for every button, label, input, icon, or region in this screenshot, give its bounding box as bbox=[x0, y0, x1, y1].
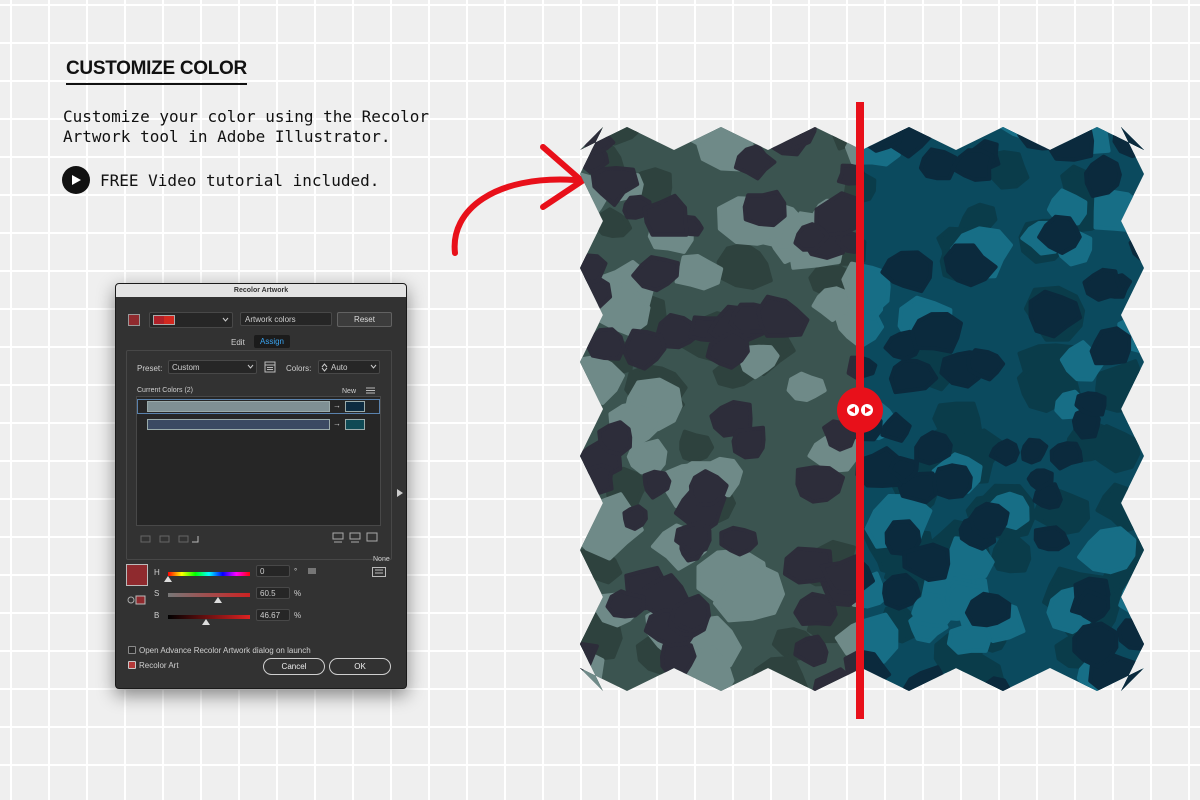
play-icon[interactable] bbox=[62, 166, 90, 194]
reset-button[interactable]: Reset bbox=[337, 312, 392, 327]
menu-icon[interactable] bbox=[366, 387, 375, 394]
ok-button[interactable]: OK bbox=[329, 658, 391, 675]
advance-dialog-label: Open Advance Recolor Artwork dialog on l… bbox=[139, 646, 311, 655]
slider-thumb-h[interactable] bbox=[164, 576, 172, 582]
chevron-down-icon bbox=[370, 364, 377, 369]
preset-options-icon[interactable] bbox=[264, 361, 276, 373]
slider-label-s: S bbox=[154, 589, 160, 598]
current-color-bar[interactable] bbox=[147, 419, 330, 430]
tab-edit[interactable]: Edit bbox=[231, 338, 245, 347]
stepper-icon[interactable] bbox=[321, 363, 328, 372]
chevron-down-icon bbox=[222, 317, 229, 322]
drag-arrows-icon bbox=[847, 404, 873, 416]
new-colors-label: New bbox=[342, 388, 357, 395]
color-mode-icon[interactable] bbox=[372, 567, 386, 577]
merge-colors-icon[interactable] bbox=[140, 534, 200, 544]
slider-thumb-b[interactable] bbox=[202, 619, 211, 625]
comparison-handle[interactable] bbox=[837, 387, 883, 433]
preset-label: Preset: bbox=[137, 364, 163, 373]
b-value-field[interactable]: 46.67 bbox=[256, 609, 290, 621]
slider-label-b: B bbox=[154, 611, 160, 620]
arrow-icon: → bbox=[333, 401, 341, 410]
s-value-field[interactable]: 60.5 bbox=[256, 587, 290, 599]
artwork-colors-field[interactable]: Artwork colors bbox=[240, 312, 332, 326]
h-unit: ° bbox=[294, 567, 298, 576]
preset-dropdown[interactable]: Custom bbox=[168, 360, 257, 374]
advance-dialog-checkbox[interactable] bbox=[128, 646, 136, 654]
video-tutorial-text: FREE Video tutorial included. bbox=[100, 170, 380, 190]
selected-color-swatch[interactable] bbox=[128, 314, 140, 326]
slider-label-h: H bbox=[154, 568, 160, 577]
menu-icon[interactable] bbox=[308, 568, 316, 574]
active-color-swatch[interactable] bbox=[126, 564, 148, 586]
none-label: None bbox=[373, 556, 390, 563]
saturation-slider-track[interactable] bbox=[168, 593, 250, 597]
recolor-artwork-dialog: Recolor Artwork Artwork colors Reset Edi… bbox=[115, 283, 407, 689]
preset-value: Custom bbox=[172, 363, 200, 372]
new-color-swatch[interactable] bbox=[345, 419, 365, 430]
recolor-art-label: Recolor Art bbox=[139, 661, 179, 670]
tab-assign[interactable]: Assign bbox=[254, 335, 290, 348]
color-group-dropdown[interactable] bbox=[149, 312, 233, 328]
color-list: → → bbox=[136, 396, 381, 526]
s-unit: % bbox=[294, 589, 302, 598]
color-guide-icon[interactable] bbox=[127, 595, 147, 605]
page-heading: CUSTOMIZE COLOR bbox=[66, 58, 247, 85]
description-text: Customize your color using the Recolor A… bbox=[63, 107, 430, 146]
b-unit: % bbox=[294, 611, 302, 620]
slider-thumb-s[interactable] bbox=[213, 597, 222, 603]
curved-arrow-icon bbox=[451, 144, 587, 256]
colors-label: Colors: bbox=[286, 364, 312, 373]
chevron-down-icon bbox=[247, 364, 254, 369]
colors-stepper[interactable]: Auto bbox=[318, 360, 380, 374]
hue-slider-track[interactable] bbox=[168, 572, 250, 576]
video-tutorial-row[interactable]: FREE Video tutorial included. bbox=[62, 166, 379, 194]
colors-value: Auto bbox=[331, 363, 348, 372]
h-value-field[interactable]: 0 bbox=[256, 565, 290, 577]
new-color-swatch[interactable] bbox=[345, 401, 365, 412]
cancel-button[interactable]: Cancel bbox=[263, 658, 325, 675]
arrow-icon: → bbox=[333, 419, 341, 428]
chevron-right-icon[interactable] bbox=[397, 489, 403, 497]
recolor-art-checkbox[interactable] bbox=[128, 661, 136, 669]
current-colors-label: Current Colors (2) bbox=[137, 387, 194, 394]
swap-icons[interactable] bbox=[332, 532, 380, 544]
dialog-title: Recolor Artwork bbox=[116, 284, 406, 297]
current-color-bar[interactable] bbox=[147, 401, 330, 412]
